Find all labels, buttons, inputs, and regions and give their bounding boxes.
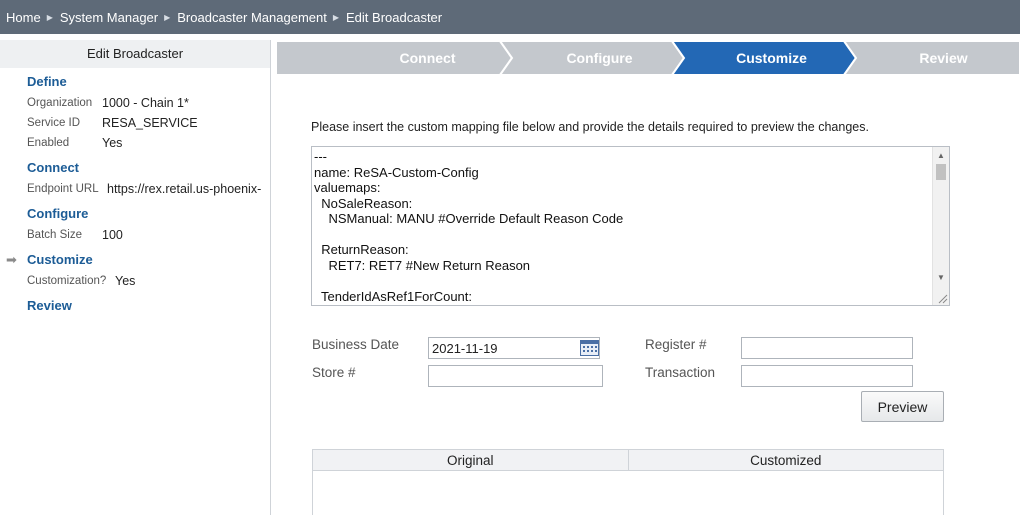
business-date-label: Business Date	[312, 337, 400, 352]
current-step-arrow-icon: ➡	[6, 252, 17, 267]
enabled-value: Yes	[102, 136, 123, 150]
column-header-customized: Customized	[627, 450, 944, 470]
transaction-input[interactable]	[741, 365, 913, 387]
breadcrumb-broadcaster-management[interactable]: Broadcaster Management	[177, 10, 327, 25]
organization-value: 1000 - Chain 1*	[102, 96, 189, 110]
enabled-label: Enabled	[27, 137, 70, 149]
calendar-icon[interactable]	[580, 339, 599, 356]
transaction-label: Transaction	[645, 365, 716, 380]
instructions-text: Please insert the custom mapping file be…	[311, 120, 869, 134]
train-step-connect[interactable]: Connect	[340, 41, 515, 75]
column-header-original: Original	[446, 453, 494, 468]
breadcrumb-separator-icon: ▶	[46, 12, 53, 22]
breadcrumb-edit-broadcaster: Edit Broadcaster	[346, 9, 443, 25]
endpoint-url-label: Endpoint URL	[27, 183, 99, 195]
store-label: Store #	[312, 365, 356, 380]
enabled-row: Enabled Yes	[0, 133, 270, 153]
business-date-input[interactable]	[428, 337, 600, 359]
preview-button[interactable]: Preview	[861, 391, 944, 422]
section-define-link[interactable]: Define	[0, 71, 270, 93]
section-customize-label: Customize	[27, 252, 93, 267]
breadcrumb: Home ▶ System Manager ▶ Broadcaster Mana…	[0, 0, 1020, 34]
mapping-scrollbar[interactable]: ▲ ▼	[932, 147, 949, 305]
register-input[interactable]	[741, 337, 913, 359]
section-connect-link[interactable]: Connect	[0, 157, 270, 179]
breadcrumb-home[interactable]: Home	[6, 10, 41, 25]
service-id-label: Service ID	[27, 117, 81, 129]
scroll-down-icon[interactable]: ▼	[933, 271, 949, 285]
train-stop-nav: Connect Configure Customize Review	[276, 41, 1020, 75]
summary-panel-title: Edit Broadcaster	[0, 40, 270, 68]
batch-size-label: Batch Size	[27, 229, 82, 241]
breadcrumb-system-manager[interactable]: System Manager	[60, 10, 158, 25]
register-label: Register #	[645, 337, 707, 352]
comparison-table-header: Original Customized	[313, 450, 943, 471]
customization-label: Customization?	[27, 275, 107, 287]
section-configure-link[interactable]: Configure	[0, 203, 270, 225]
organization-label: Organization	[27, 97, 93, 109]
batch-size-value: 100	[102, 228, 123, 242]
train-step-customize[interactable]: Customize	[684, 41, 859, 75]
scroll-up-icon[interactable]: ▲	[933, 149, 949, 163]
customization-row: Customization? Yes	[0, 271, 270, 291]
store-input[interactable]	[428, 365, 603, 387]
summary-panel: Edit Broadcaster Define Organization 100…	[0, 40, 271, 515]
section-review-link[interactable]: Review	[0, 295, 270, 317]
service-id-value: RESA_SERVICE	[102, 116, 198, 130]
endpoint-row: Endpoint URL https://rex.retail.us-phoen…	[0, 179, 270, 199]
endpoint-url-value: https://rex.retail.us-phoenix-	[107, 182, 262, 196]
breadcrumb-separator-icon: ▶	[164, 12, 171, 22]
scroll-thumb[interactable]	[936, 164, 946, 180]
section-customize-link[interactable]: ➡ Customize	[0, 249, 270, 271]
customization-value: Yes	[115, 274, 136, 288]
mapping-file-content[interactable]: --- name: ReSA-Custom-Config valuemaps: …	[314, 149, 929, 304]
mapping-file-textarea[interactable]: --- name: ReSA-Custom-Config valuemaps: …	[311, 146, 950, 306]
breadcrumb-separator-icon: ▶	[332, 12, 340, 22]
comparison-table: Original Customized	[312, 449, 944, 515]
train-step-review[interactable]: Review	[856, 41, 1020, 75]
service-id-row: Service ID RESA_SERVICE	[0, 113, 270, 133]
organization-row: Organization 1000 - Chain 1*	[0, 93, 270, 113]
train-step-configure[interactable]: Configure	[512, 41, 687, 75]
resize-grip-icon[interactable]	[936, 292, 948, 304]
batch-size-row: Batch Size 100	[0, 225, 270, 245]
